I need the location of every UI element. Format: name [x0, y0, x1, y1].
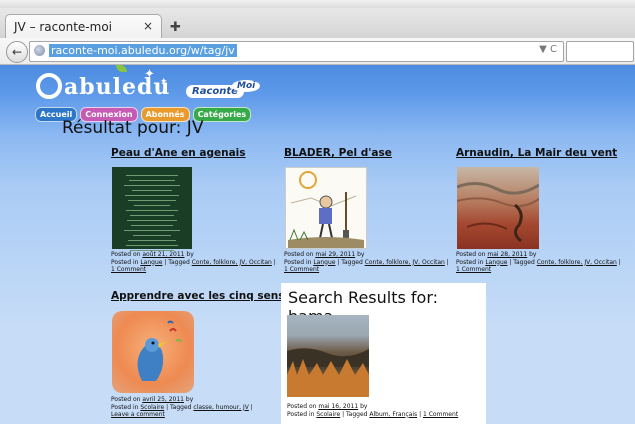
- star-icon: ✦: [160, 77, 168, 87]
- back-arrow-icon[interactable]: ←: [6, 41, 28, 63]
- history-reload-icons[interactable]: ▼ C: [539, 44, 557, 55]
- address-bar[interactable]: raconte-moi.abuledu.org/w/tag/jv ▼ C: [29, 41, 564, 62]
- tab-close-icon[interactable]: ×: [143, 19, 153, 33]
- logo-ring-icon: [36, 73, 62, 99]
- category-link[interactable]: Scolaire: [140, 404, 164, 411]
- post-meta: Posted on avril 25, 2011 by Posted in Sc…: [111, 396, 253, 418]
- tags-links[interactable]: Conte, folklore, JV, Occitan: [365, 259, 445, 266]
- post-thumbnail[interactable]: [112, 311, 194, 393]
- tags-links[interactable]: Conte, folklore, JV, Occitan: [192, 259, 272, 266]
- post-meta: Posted on mai 29, 2011 by Posted in Lang…: [284, 251, 449, 273]
- post-title-link[interactable]: Apprendre avec les cinq sens: [111, 290, 285, 302]
- post-title-link[interactable]: Peau d'Ane en agenais: [111, 147, 246, 159]
- comments-link[interactable]: 1 Comment: [423, 411, 458, 418]
- post-title-link[interactable]: Arnaudin, La Mair deu vent: [456, 147, 617, 159]
- landscape-illustration: [287, 348, 369, 397]
- page-title: Résultat pour: JV: [62, 118, 204, 138]
- post-date-link[interactable]: mai 16, 2011: [318, 403, 358, 410]
- new-tab-icon[interactable]: ✚: [170, 20, 181, 35]
- post-meta: Posted on mai 28, 2011 by Posted in Lang…: [456, 251, 621, 273]
- category-link[interactable]: Langue: [313, 259, 335, 266]
- star-icon: ✦: [144, 67, 155, 82]
- painting-illustration: [456, 182, 540, 243]
- comments-link[interactable]: 1 Comment: [284, 266, 319, 273]
- page-content: abuledu ✦ ✦ Raconte Moi Accueil Connexion…: [0, 65, 635, 424]
- post-date-link[interactable]: août 21, 2011: [142, 251, 184, 258]
- category-link[interactable]: Langue: [140, 259, 162, 266]
- navigation-bar: ← raconte-moi.abuledu.org/w/tag/jv ▼ C: [0, 38, 635, 65]
- tab-title: JV – raconte-moi: [14, 20, 112, 34]
- post-thumbnail[interactable]: [287, 315, 369, 397]
- comments-link[interactable]: 1 Comment: [111, 266, 146, 273]
- url-text[interactable]: raconte-moi.abuledu.org/w/tag/jv: [49, 44, 237, 57]
- post-date-link[interactable]: avril 25, 2011: [142, 396, 184, 403]
- bird-illustration: [137, 320, 182, 381]
- leaf-icon: [116, 65, 127, 72]
- category-link[interactable]: Langue: [485, 259, 507, 266]
- post-date-link[interactable]: mai 29, 2011: [315, 251, 355, 258]
- moi-bubble: Moi: [232, 80, 261, 92]
- post-thumbnail[interactable]: [112, 167, 192, 251]
- drawing-illustration: [288, 171, 364, 248]
- search-input[interactable]: [566, 41, 634, 62]
- browser-tab[interactable]: JV – raconte-moi ×: [5, 14, 162, 41]
- tags-links[interactable]: Album, Français: [369, 411, 417, 418]
- post-thumbnail[interactable]: [456, 167, 540, 249]
- comments-link[interactable]: Leave a comment: [111, 411, 165, 418]
- search-results-panel: Search Results for: bama Posted on mai 1…: [281, 283, 486, 424]
- post-title-link[interactable]: BLADER, Pel d'ase: [284, 147, 392, 159]
- tab-bar: JV – raconte-moi × ✚: [0, 8, 635, 41]
- post-thumbnail[interactable]: [285, 167, 367, 249]
- post-meta: Posted on mai 16, 2011 by Posted in Scol…: [287, 403, 459, 418]
- post-date-link[interactable]: mai 28, 2011: [487, 251, 527, 258]
- tags-links[interactable]: classe, humour, JV: [193, 404, 248, 411]
- category-link[interactable]: Scolaire: [316, 411, 340, 418]
- post-meta: Posted on août 21, 2011 by Posted in Lan…: [111, 251, 276, 273]
- comments-link[interactable]: 1 Comment: [456, 266, 491, 273]
- tags-links[interactable]: Conte, folklore, JV, Occitan: [537, 259, 617, 266]
- site-identity-icon[interactable]: [34, 45, 45, 56]
